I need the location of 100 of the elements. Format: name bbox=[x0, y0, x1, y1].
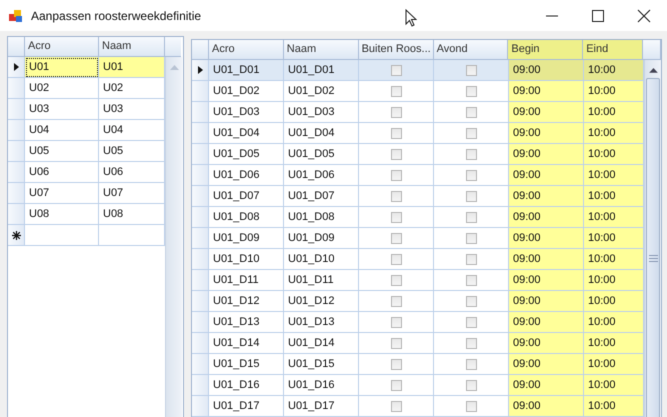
checkbox[interactable] bbox=[390, 296, 402, 306]
table-row[interactable]: U02 U02 bbox=[8, 78, 165, 99]
table-row[interactable]: U01_D01 U01_D01 09:00 10:00 bbox=[192, 60, 644, 81]
table-cell: 10:00 bbox=[584, 354, 644, 375]
checkbox[interactable] bbox=[390, 148, 402, 160]
column-header[interactable]: Avond bbox=[434, 40, 508, 60]
table-cell: 10:00 bbox=[584, 312, 644, 333]
table-cell: 10:00 bbox=[584, 207, 644, 228]
checkbox[interactable] bbox=[390, 316, 402, 328]
checkbox[interactable] bbox=[390, 106, 402, 118]
table-row[interactable]: U01_D12 U01_D12 09:00 10:00 bbox=[192, 291, 644, 312]
table-row[interactable]: U01_D14 U01_D14 09:00 10:00 bbox=[192, 333, 644, 354]
checkbox[interactable] bbox=[390, 190, 402, 202]
checkbox[interactable] bbox=[466, 274, 476, 286]
checkbox[interactable] bbox=[390, 128, 402, 138]
table-cell: U01_D17 bbox=[284, 396, 359, 417]
table-row[interactable]: U01_D17 U01_D17 09:00 10:00 bbox=[192, 396, 644, 417]
table-row[interactable]: U01 U01 bbox=[8, 57, 165, 78]
table-cell: 09:00 bbox=[509, 123, 584, 144]
table-row[interactable]: U01_D04 U01_D04 09:00 10:00 bbox=[192, 123, 644, 144]
checkbox[interactable] bbox=[466, 106, 476, 118]
table-row[interactable]: U01_D11 U01_D11 09:00 10:00 bbox=[192, 270, 644, 291]
checkbox[interactable] bbox=[466, 296, 476, 306]
column-header[interactable]: Begin bbox=[508, 40, 584, 60]
table-row[interactable]: U01_D07 U01_D07 09:00 10:00 bbox=[192, 186, 644, 207]
scroll-up-icon[interactable] bbox=[648, 68, 658, 73]
table-cell: U01_D02 bbox=[209, 81, 284, 102]
table-cell[interactable] bbox=[25, 225, 99, 246]
table-cell: U01_D06 bbox=[209, 165, 284, 186]
table-cell[interactable] bbox=[99, 225, 165, 246]
checkbox[interactable] bbox=[466, 380, 476, 390]
table-row[interactable]: U01_D15 U01_D15 09:00 10:00 bbox=[192, 354, 644, 375]
column-header[interactable]: Acro bbox=[209, 40, 284, 60]
table-row[interactable]: U01_D08 U01_D08 09:00 10:00 bbox=[192, 207, 644, 228]
table-row[interactable]: U01_D13 U01_D13 09:00 10:00 bbox=[192, 312, 644, 333]
checkbox[interactable] bbox=[390, 380, 402, 390]
checkbox[interactable] bbox=[466, 64, 476, 76]
table-row[interactable]: U01_D09 U01_D09 09:00 10:00 bbox=[192, 228, 644, 249]
checkbox[interactable] bbox=[390, 232, 402, 244]
scrollbar[interactable] bbox=[165, 57, 182, 417]
table-row[interactable]: U01_D05 U01_D05 09:00 10:00 bbox=[192, 144, 644, 165]
column-header[interactable]: Acro bbox=[25, 37, 99, 57]
close-icon[interactable] bbox=[637, 8, 651, 22]
scroll-thumb[interactable] bbox=[646, 78, 660, 417]
table-row[interactable]: U03 U03 bbox=[8, 99, 165, 120]
table-cell: U01_D08 bbox=[209, 207, 284, 228]
checkbox[interactable] bbox=[390, 274, 402, 286]
table-row[interactable]: U01_D03 U01_D03 09:00 10:00 bbox=[192, 102, 644, 123]
table-cell: U01_D04 bbox=[284, 123, 359, 144]
table-row[interactable]: U01_D16 U01_D16 09:00 10:00 bbox=[192, 375, 644, 396]
table-row[interactable]: U06 U06 bbox=[8, 162, 165, 183]
table-cell: U01_D10 bbox=[284, 249, 359, 270]
checkbox[interactable] bbox=[466, 212, 476, 222]
checkbox[interactable] bbox=[390, 400, 402, 412]
table-cell: U01_D04 bbox=[209, 123, 284, 144]
table-row[interactable]: U01_D10 U01_D10 09:00 10:00 bbox=[192, 249, 644, 270]
table-row[interactable]: U01_D06 U01_D06 09:00 10:00 bbox=[192, 165, 644, 186]
table-row[interactable]: U01_D02 U01_D02 09:00 10:00 bbox=[192, 81, 644, 102]
checkbox[interactable] bbox=[466, 232, 476, 244]
checkbox[interactable] bbox=[390, 254, 402, 264]
checkbox[interactable] bbox=[466, 358, 476, 370]
checkbox[interactable] bbox=[466, 170, 476, 180]
checkbox[interactable] bbox=[466, 190, 476, 202]
scrollbar[interactable] bbox=[644, 60, 661, 417]
checkbox[interactable] bbox=[390, 86, 402, 96]
checkbox[interactable] bbox=[466, 400, 476, 412]
app-icon bbox=[8, 8, 24, 24]
table-cell: U02 bbox=[25, 78, 99, 99]
table-cell: 09:00 bbox=[509, 291, 584, 312]
column-header[interactable]: Eind bbox=[583, 40, 644, 60]
column-header[interactable]: Naam bbox=[99, 37, 165, 57]
table-cell: 09:00 bbox=[509, 165, 584, 186]
table-cell: U01_D05 bbox=[284, 144, 359, 165]
table-row[interactable]: U04 U04 bbox=[8, 120, 165, 141]
table-cell: U04 bbox=[99, 120, 165, 141]
checkbox[interactable] bbox=[466, 86, 476, 96]
checkbox[interactable] bbox=[466, 338, 476, 348]
table-cell: 09:00 bbox=[509, 81, 584, 102]
table-cell: U01_D08 bbox=[284, 207, 359, 228]
maximize-icon[interactable] bbox=[591, 8, 605, 22]
column-header[interactable]: Buiten Roos... bbox=[358, 40, 434, 60]
table-cell: 09:00 bbox=[509, 186, 584, 207]
table-row[interactable]: U08 U08 bbox=[8, 204, 165, 225]
checkbox[interactable] bbox=[466, 128, 476, 138]
checkbox[interactable] bbox=[390, 170, 402, 180]
current-row-icon bbox=[14, 63, 18, 71]
checkbox[interactable] bbox=[390, 212, 402, 222]
table-cell: U03 bbox=[99, 99, 165, 120]
checkbox[interactable] bbox=[466, 254, 476, 264]
table-row[interactable]: U05 U05 bbox=[8, 141, 165, 162]
table-row[interactable]: U07 U07 bbox=[8, 183, 165, 204]
column-header[interactable]: Naam bbox=[284, 40, 359, 60]
checkbox[interactable] bbox=[466, 148, 476, 160]
table-cell: 09:00 bbox=[509, 396, 584, 417]
checkbox[interactable] bbox=[390, 358, 402, 370]
checkbox[interactable] bbox=[466, 316, 476, 328]
checkbox[interactable] bbox=[390, 64, 402, 76]
table-cell: U07 bbox=[99, 183, 165, 204]
table-cell: U01_D15 bbox=[209, 354, 284, 375]
checkbox[interactable] bbox=[390, 338, 402, 348]
